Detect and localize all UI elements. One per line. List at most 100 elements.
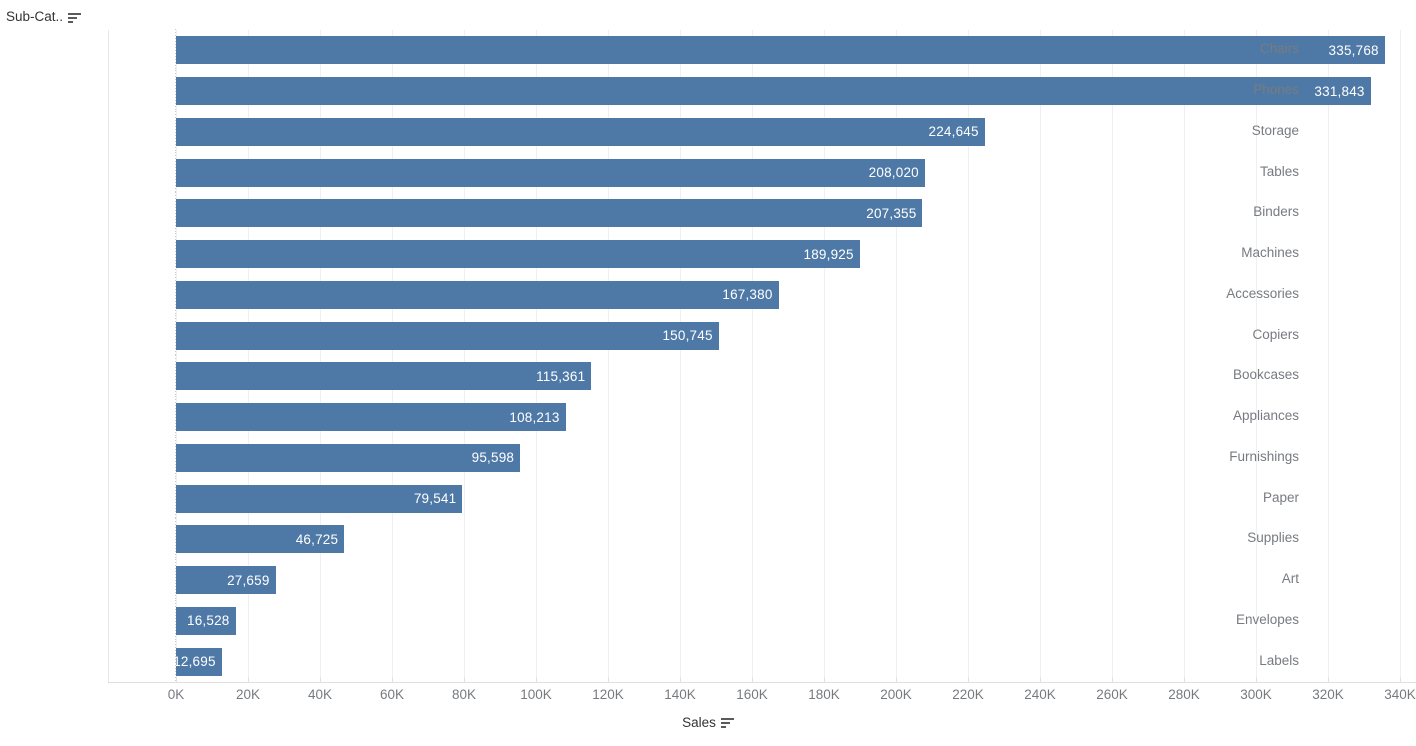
category-label[interactable]: Furnishings (1067, 449, 1307, 464)
x-tick-label: 320K (1312, 687, 1344, 702)
x-tick-label: 260K (1096, 687, 1128, 702)
x-tick-mark (680, 677, 681, 682)
bar-container: 95,598 (176, 443, 521, 472)
x-tick-mark (1256, 677, 1257, 682)
category-label[interactable]: Envelopes (1067, 612, 1307, 627)
bar[interactable]: 207,355 (176, 199, 923, 228)
x-axis-title[interactable]: Sales (0, 715, 1416, 730)
x-tick-label: 80K (451, 687, 477, 702)
category-label[interactable]: Accessories (1067, 286, 1307, 301)
x-tick-label: 180K (808, 687, 840, 702)
bar-value-label: 335,768 (1328, 42, 1379, 58)
bar[interactable]: 108,213 (176, 403, 566, 432)
row-field-label: Sub-Cat.. (6, 9, 64, 25)
bar-container: 79,541 (176, 484, 463, 513)
bar-value-label: 95,598 (471, 450, 515, 466)
x-tick-label: 40K (307, 687, 333, 702)
x-tick-label: 280K (1168, 687, 1200, 702)
category-label[interactable]: Tables (1067, 164, 1307, 179)
bar-container: 207,355 (176, 199, 923, 228)
x-tick-mark (1184, 677, 1185, 682)
category-label[interactable]: Paper (1067, 490, 1307, 505)
bar-container: 189,925 (176, 240, 860, 269)
x-tick-label: 60K (379, 687, 405, 702)
category-label[interactable]: Art (1067, 571, 1307, 586)
x-tick-mark (1328, 677, 1329, 682)
bar-value-label: 167,380 (722, 287, 773, 303)
x-tick-label: 20K (235, 687, 261, 702)
x-tick-label: 100K (520, 687, 552, 702)
bar-value-label: 27,659 (227, 572, 270, 588)
x-tick-label: 300K (1240, 687, 1272, 702)
x-tick-mark (968, 677, 969, 682)
category-label[interactable]: Bookcases (1067, 367, 1307, 382)
x-tick-mark (824, 677, 825, 682)
bar-value-label: 331,843 (1314, 83, 1365, 99)
bar[interactable]: 79,541 (176, 484, 463, 513)
bar-value-label: 150,745 (662, 328, 713, 344)
sort-descending-icon[interactable] (720, 718, 734, 729)
x-tick-label: 160K (736, 687, 768, 702)
bar-value-label: 108,213 (509, 409, 560, 425)
x-tick-mark (1112, 677, 1113, 682)
bar-value-label: 189,925 (803, 246, 854, 262)
bar[interactable]: 167,380 (176, 280, 779, 309)
bar-value-label: 208,020 (868, 165, 919, 181)
x-tick-mark (896, 677, 897, 682)
x-tick-label: 200K (880, 687, 912, 702)
bar-container: 167,380 (176, 280, 779, 309)
x-tick-label: 0K (167, 687, 185, 702)
x-tick-mark (176, 677, 177, 682)
bar-container: 27,659 (176, 566, 276, 595)
x-axis-ticks: 0K 20K 40K 60K 80K 100K 120K 140K 160K 180K 200K 22… (109, 677, 1416, 709)
category-label[interactable]: Appliances (1067, 408, 1307, 423)
bar-chart-view: Sub-Cat.. 335,768 331,843 224,645 208,020 20… (0, 0, 1416, 746)
x-tick-mark (1400, 677, 1401, 682)
category-label[interactable]: Storage (1067, 123, 1307, 138)
x-tick-label: 220K (952, 687, 984, 702)
x-tick-mark (392, 677, 393, 682)
bar-container: 208,020 (176, 158, 925, 187)
bar-container: 16,528 (176, 606, 236, 635)
category-label[interactable]: Machines (1067, 245, 1307, 260)
x-tick-mark (536, 677, 537, 682)
bar[interactable]: 189,925 (176, 240, 860, 269)
bar-container: 115,361 (176, 362, 592, 391)
bar-value-label: 12,695 (176, 654, 216, 670)
x-tick-mark (1040, 677, 1041, 682)
x-tick-label: 240K (1024, 687, 1056, 702)
bar[interactable]: 16,528 (176, 606, 236, 635)
bar-container: 224,645 (176, 117, 985, 146)
bar[interactable]: 208,020 (176, 158, 925, 187)
x-tick-mark (752, 677, 753, 682)
bar[interactable]: 12,695 (176, 647, 222, 676)
bar-container: 46,725 (176, 525, 345, 554)
category-label[interactable]: Chairs (1067, 41, 1307, 56)
x-axis-title-label: Sales (682, 715, 716, 730)
bar-value-label: 224,645 (928, 124, 979, 140)
category-label[interactable]: Supplies (1067, 530, 1307, 545)
bar-container: 108,213 (176, 403, 566, 432)
category-label[interactable]: Binders (1067, 204, 1307, 219)
bar-container: 150,745 (176, 321, 719, 350)
bar[interactable]: 46,725 (176, 525, 345, 554)
bar[interactable]: 224,645 (176, 117, 985, 146)
x-tick-label: 140K (664, 687, 696, 702)
category-label[interactable]: Copiers (1067, 327, 1307, 342)
bar-container: 12,695 (176, 647, 222, 676)
x-tick-mark (320, 677, 321, 682)
bar-value-label: 16,528 (187, 613, 230, 629)
x-tick-mark (248, 677, 249, 682)
sort-descending-icon[interactable] (68, 12, 82, 24)
bar[interactable]: 95,598 (176, 443, 521, 472)
category-label[interactable]: Phones (1067, 82, 1307, 97)
bar[interactable]: 115,361 (176, 362, 592, 391)
bar-value-label: 207,355 (866, 205, 917, 221)
bar[interactable]: 27,659 (176, 566, 276, 595)
category-label[interactable]: Labels (1067, 653, 1307, 668)
row-field-header[interactable]: Sub-Cat.. (6, 8, 82, 26)
bar-value-label: 115,361 (536, 368, 586, 384)
bar[interactable]: 150,745 (176, 321, 719, 350)
x-tick-mark (608, 677, 609, 682)
bar-value-label: 79,541 (413, 491, 457, 507)
